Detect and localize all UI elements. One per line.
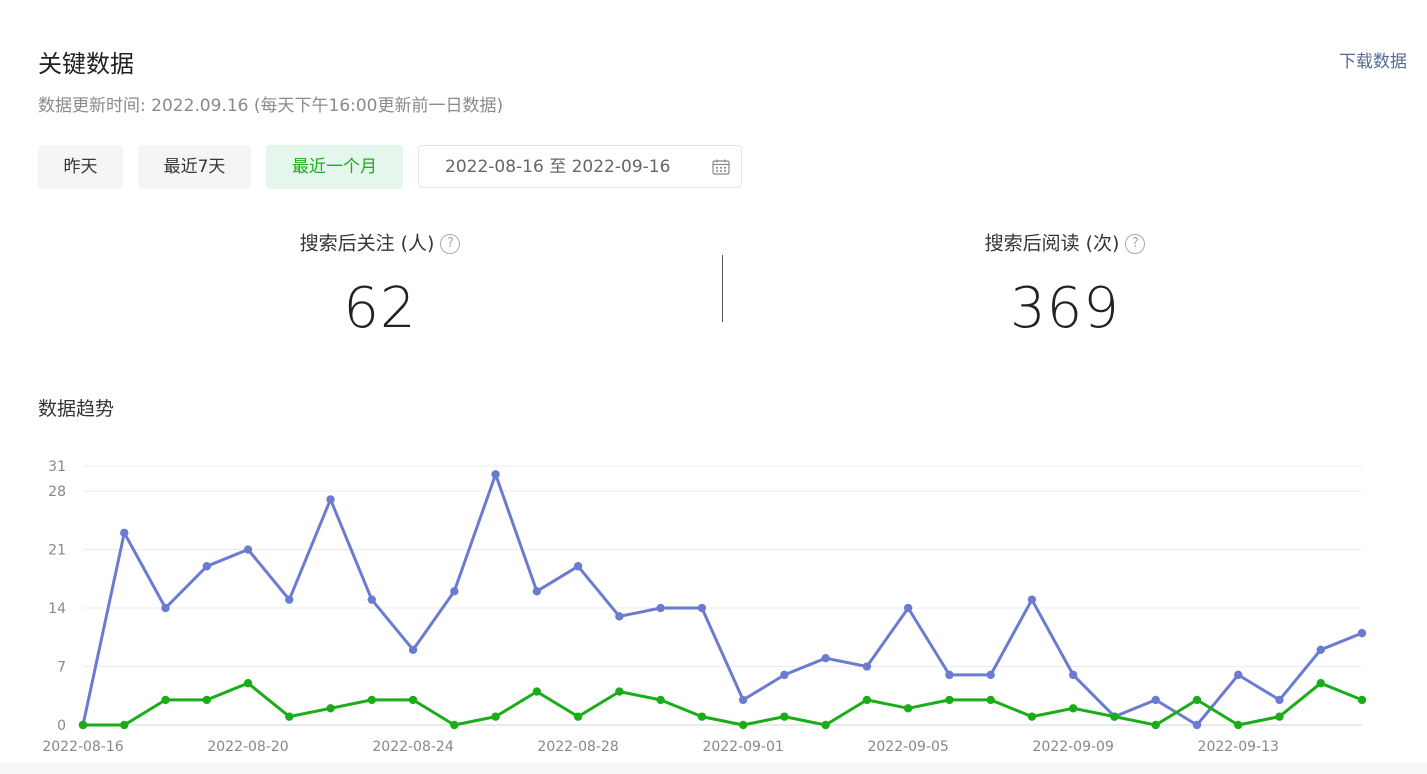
data-point-1 (945, 695, 954, 705)
series-line-0 (81, 472, 1363, 727)
data-point-1 (697, 712, 707, 721)
series-line-1 (83, 681, 1363, 727)
x-tick-label: 2022-09-01 (702, 739, 783, 755)
y-tick-label: 7 (57, 660, 66, 676)
data-point-1 (326, 704, 335, 713)
data-point-1 (408, 695, 418, 705)
x-tick-label: 2022-08-28 (537, 739, 618, 755)
data-point-1 (1357, 695, 1367, 705)
x-tick-label: 2022-08-16 (42, 739, 123, 755)
data-point-1 (862, 695, 872, 705)
data-point-0 (367, 595, 377, 604)
question-icon[interactable]: ? (1125, 233, 1146, 254)
data-point-0 (986, 670, 995, 680)
data-point-0 (1151, 695, 1160, 705)
metric-reads-label: 搜索后阅读 (次) (984, 232, 1120, 255)
data-point-1 (903, 704, 913, 713)
page-title: 关键数据 (38, 50, 134, 78)
download-data-link[interactable]: 下载数据 (1339, 47, 1407, 72)
data-point-1 (1192, 695, 1202, 705)
y-tick-label: 31 (48, 459, 66, 475)
data-point-0 (780, 670, 789, 680)
data-point-0 (120, 528, 129, 538)
data-point-0 (243, 545, 253, 554)
data-point-0 (1027, 595, 1037, 604)
date-range-picker[interactable]: 2022-08-16 至 2022-09-16 (418, 145, 742, 188)
data-point-1 (821, 720, 830, 730)
data-point-0 (573, 562, 583, 571)
range-button-last-7-days[interactable]: 最近7天 (138, 145, 251, 189)
x-tick-label: 2022-08-20 (207, 739, 288, 755)
data-point-0 (656, 603, 665, 613)
data-point-0 (1275, 695, 1284, 705)
data-point-0 (285, 595, 294, 604)
data-point-1 (780, 712, 789, 721)
data-point-0 (450, 587, 459, 596)
x-tick-label: 2022-09-09 (1033, 739, 1114, 755)
data-point-1 (738, 720, 748, 730)
data-point-0 (697, 603, 707, 613)
data-point-0 (532, 587, 542, 596)
trend-title: 数据趋势 (38, 398, 115, 420)
x-tick-label: 2022-09-05 (867, 739, 948, 755)
data-point-1 (1275, 712, 1284, 721)
data-point-0 (1357, 628, 1367, 638)
metric-follows-value: 62 (343, 276, 417, 341)
x-tick-label: 2022-08-24 (372, 739, 453, 755)
y-tick-label: 14 (48, 601, 66, 617)
data-point-1 (491, 712, 500, 721)
data-point-0 (1192, 720, 1202, 730)
data-point-1 (161, 695, 170, 705)
data-point-0 (862, 662, 872, 671)
data-point-1 (243, 679, 253, 688)
data-point-1 (615, 687, 624, 696)
data-point-1 (1316, 679, 1325, 688)
data-point-1 (1068, 704, 1078, 713)
metric-reads-value: 369 (1010, 276, 1120, 341)
data-point-0 (1316, 645, 1325, 655)
data-point-0 (1068, 670, 1078, 680)
data-point-1 (1027, 712, 1037, 721)
data-point-1 (532, 687, 542, 696)
update-time-text: 数据更新时间: 2022.09.16 (每天下午16:00更新前一日数据) (38, 96, 504, 116)
data-point-1 (1234, 720, 1243, 730)
data-point-1 (986, 695, 995, 705)
data-point-1 (120, 720, 129, 730)
metric-reads: 搜索后阅读 (次)? 369 (865, 228, 1265, 344)
data-point-0 (202, 562, 211, 571)
data-point-1 (78, 720, 88, 730)
data-point-0 (945, 670, 954, 680)
data-point-1 (1151, 720, 1160, 730)
metric-follows-label: 搜索后关注 (人) (299, 232, 435, 255)
range-button-yesterday[interactable]: 昨天 (38, 145, 123, 189)
x-tick-label: 2022-09-13 (1198, 739, 1279, 755)
data-point-1 (367, 695, 377, 705)
data-point-0 (326, 495, 335, 504)
data-point-1 (202, 695, 211, 705)
data-point-0 (903, 603, 913, 613)
data-point-1 (285, 712, 294, 721)
data-point-0 (738, 695, 748, 705)
y-tick-label: 21 (48, 543, 66, 559)
question-icon[interactable]: ? (440, 233, 461, 254)
data-point-0 (615, 612, 624, 621)
data-point-0 (1234, 670, 1243, 680)
data-point-1 (573, 712, 583, 721)
data-point-1 (656, 695, 665, 705)
data-point-0 (161, 603, 170, 613)
range-button-last-month[interactable]: 最近一个月 (266, 145, 403, 189)
data-point-0 (821, 653, 830, 663)
date-range-value: 2022-08-16 至 2022-09-16 (445, 157, 671, 177)
metric-follows: 搜索后关注 (人)? 62 (180, 228, 580, 344)
trend-line-chart: 0 7 14 21 28 31 2022-08-16 2022-08-20 2022-08-24… (42, 459, 1367, 755)
data-point-0 (491, 470, 500, 479)
data-point-1 (1110, 712, 1119, 721)
metric-divider (722, 255, 723, 322)
data-point-0 (408, 645, 418, 655)
y-tick-label: 0 (57, 718, 66, 734)
bottom-band (0, 762, 1427, 774)
data-point-1 (450, 720, 459, 730)
y-tick-label: 28 (48, 484, 66, 500)
calendar-icon (712, 159, 730, 175)
